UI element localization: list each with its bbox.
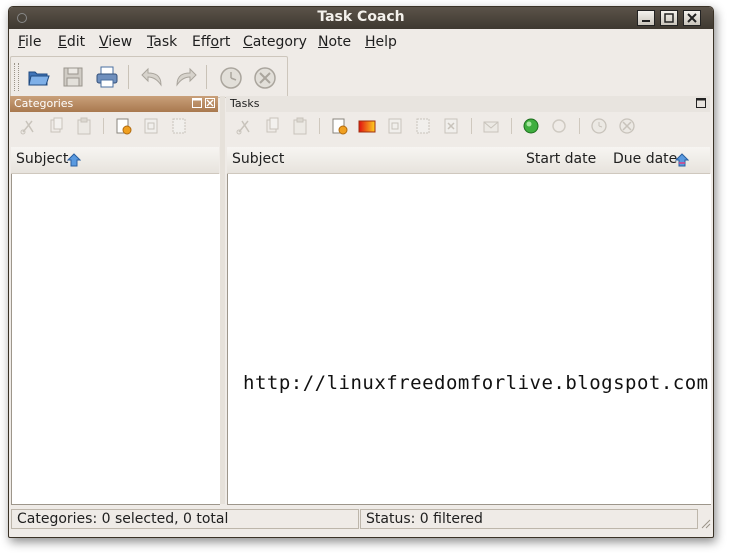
tasks-caption-label: Tasks: [230, 97, 260, 110]
pane-splitter[interactable]: [220, 96, 225, 504]
redo-button[interactable]: [171, 63, 199, 91]
start-tracking-icon[interactable]: [589, 117, 609, 135]
tasks-column-start-date[interactable]: Start date: [526, 151, 596, 167]
categories-toolbar: [10, 113, 220, 139]
mark-completed-icon[interactable]: [521, 117, 541, 135]
stop-tracking-icon[interactable]: [617, 117, 637, 135]
tasks-column-due-date[interactable]: Due date: [613, 151, 677, 167]
toolbar-separator: [579, 118, 580, 134]
menu-help[interactable]: Help: [365, 34, 397, 50]
open-button[interactable]: [25, 63, 53, 91]
redo-icon: [176, 67, 197, 87]
tasks-list[interactable]: [227, 174, 711, 505]
edit-task-icon[interactable]: [413, 117, 433, 135]
sort-ascending-icon: [67, 153, 81, 167]
edit-category-icon[interactable]: [169, 117, 189, 135]
start-tracking-icon: [220, 67, 242, 89]
main-toolbar: [10, 56, 288, 98]
new-subcategory-icon[interactable]: [141, 117, 161, 135]
categories-list[interactable]: [11, 174, 220, 505]
categories-column-subject[interactable]: Subject: [16, 151, 68, 167]
toolbar-separator: [471, 118, 472, 134]
menu-note[interactable]: Note: [318, 34, 351, 50]
watermark-text: http://linuxfreedomforlive.blogspot.com: [243, 372, 709, 394]
new-task-from-template-icon[interactable]: [357, 117, 377, 135]
close-icon: [687, 13, 697, 23]
menu-effort[interactable]: Effort: [192, 34, 230, 50]
paste-icon[interactable]: [74, 117, 94, 135]
title-bar[interactable]: Task Coach: [9, 7, 713, 29]
menu-edit[interactable]: Edit: [58, 34, 85, 50]
paste-icon[interactable]: [290, 117, 310, 135]
menu-view[interactable]: View: [99, 34, 132, 50]
toolbar-separator: [103, 118, 104, 134]
menu-category[interactable]: Category: [243, 34, 307, 50]
copy-icon[interactable]: [262, 117, 282, 135]
toolbar-separator: [511, 118, 512, 134]
toolbar-separator: [319, 118, 320, 134]
tasks-column-subject[interactable]: Subject: [232, 151, 284, 167]
stop-tracking-icon: [254, 67, 276, 89]
sort-ascending-icon: [675, 153, 689, 167]
status-bar: Categories: 0 selected, 0 total Status: …: [9, 507, 713, 531]
restore-pane-icon[interactable]: [696, 98, 706, 108]
save-icon: [63, 67, 83, 87]
window-title: Task Coach: [317, 9, 405, 25]
app-window: Task Coach File Edit View Task Effort Ca…: [8, 6, 714, 538]
close-button[interactable]: [683, 10, 701, 26]
tasks-column-header[interactable]: Subject Start date Due date: [227, 147, 710, 174]
cut-icon[interactable]: [234, 117, 254, 135]
print-icon: [96, 66, 118, 88]
menu-bar: File Edit View Task Effort Category Note…: [9, 29, 713, 55]
new-subtask-icon[interactable]: [385, 117, 405, 135]
categories-caption-label: Categories: [14, 97, 74, 110]
toolbar-grip[interactable]: [14, 63, 19, 91]
minimize-button[interactable]: [637, 10, 655, 26]
mark-inactive-icon[interactable]: [549, 117, 569, 135]
delete-task-icon[interactable]: [441, 117, 461, 135]
categories-column-header[interactable]: Subject: [11, 147, 219, 174]
menu-task[interactable]: Task: [147, 34, 177, 50]
minimize-icon: [642, 20, 650, 22]
status-categories: Categories: 0 selected, 0 total: [11, 509, 359, 529]
categories-caption[interactable]: Categories: [10, 96, 218, 112]
undo-button[interactable]: [139, 63, 167, 91]
open-icon: [28, 71, 50, 86]
print-button[interactable]: [93, 63, 121, 91]
status-filter: Status: 0 filtered: [360, 509, 698, 529]
maximize-button[interactable]: [660, 10, 678, 26]
undo-icon: [141, 67, 162, 87]
copy-icon[interactable]: [46, 117, 66, 135]
restore-pane-icon[interactable]: [192, 98, 202, 108]
stop-tracking-button[interactable]: [251, 63, 279, 91]
new-task-icon[interactable]: [329, 117, 349, 135]
resize-grip-icon[interactable]: [699, 517, 711, 529]
new-category-icon[interactable]: [113, 117, 133, 135]
mail-task-icon[interactable]: [481, 117, 501, 135]
tasks-toolbar: [226, 113, 712, 139]
start-tracking-button[interactable]: [217, 63, 245, 91]
maximize-icon: [664, 13, 674, 23]
tasks-caption[interactable]: Tasks: [226, 96, 710, 112]
cut-icon[interactable]: [18, 117, 38, 135]
save-button[interactable]: [59, 63, 87, 91]
close-pane-icon[interactable]: [205, 98, 215, 108]
menu-file[interactable]: File: [18, 34, 41, 50]
toolbar-separator: [206, 65, 207, 89]
toolbar-separator: [128, 65, 129, 89]
